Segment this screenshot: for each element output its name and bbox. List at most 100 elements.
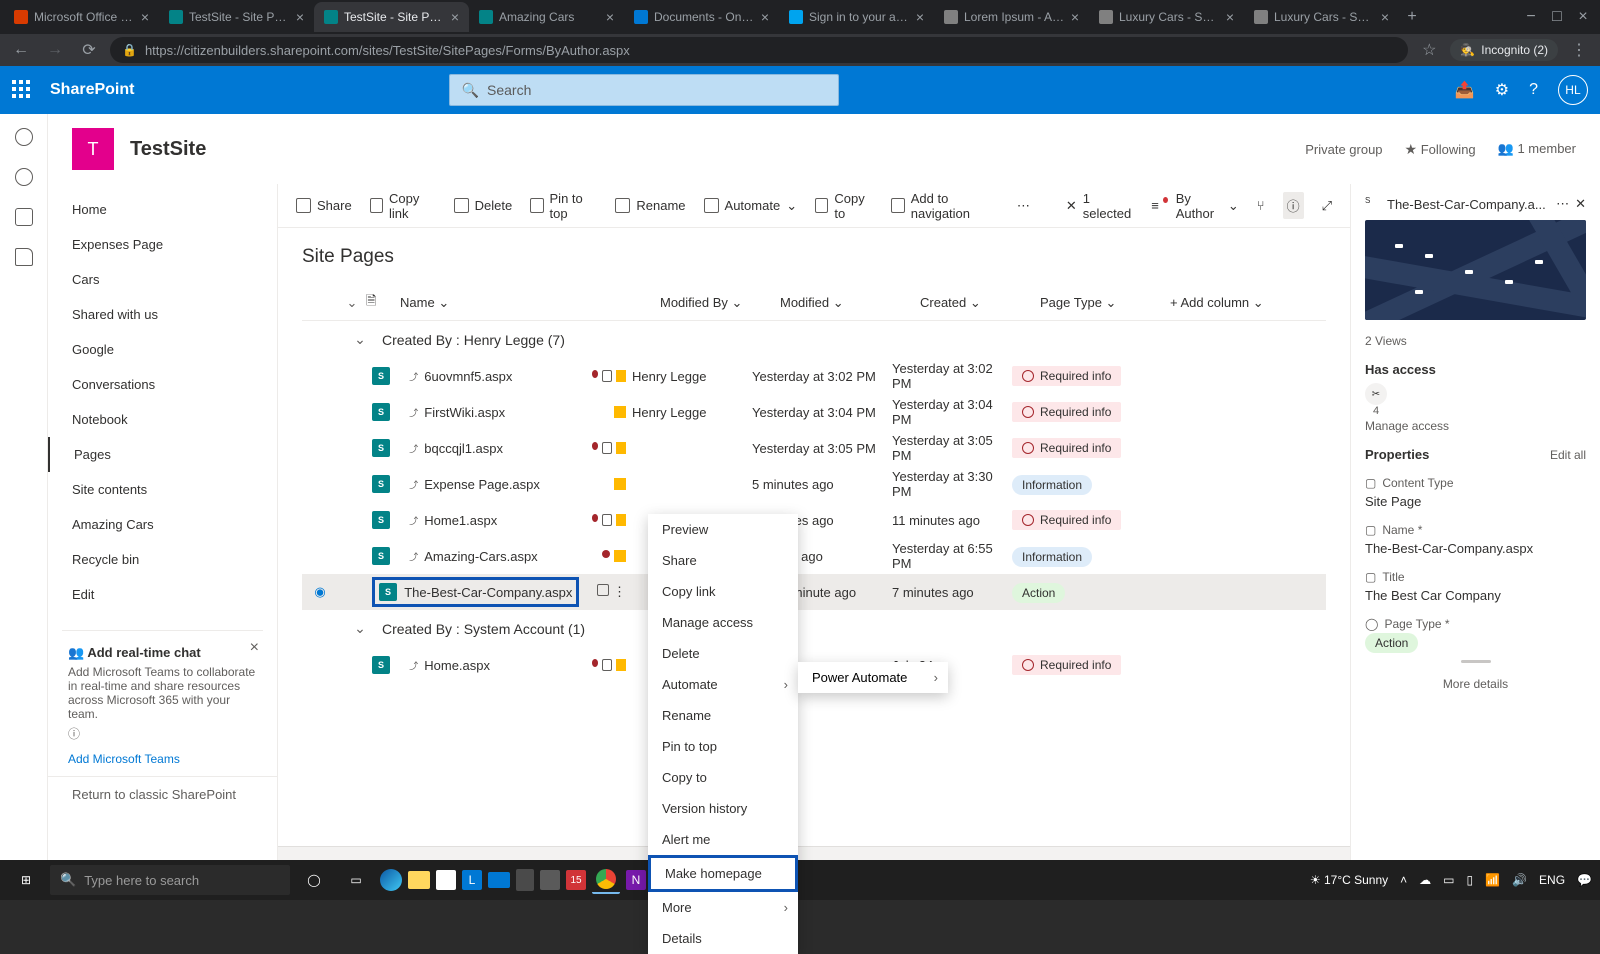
close-promo-icon[interactable]: ×: [250, 639, 259, 657]
view-switcher[interactable]: ≡By Author ⌄: [1151, 191, 1239, 221]
menu-item-make-homepage[interactable]: Make homepage: [648, 855, 798, 892]
onedrive-tray-icon[interactable]: ☁: [1419, 873, 1431, 887]
classic-link[interactable]: Return to classic SharePoint: [48, 776, 277, 812]
close-tab-icon[interactable]: ×: [606, 9, 614, 25]
app-icon[interactable]: L: [462, 870, 482, 890]
list-row[interactable]: S ⤴Home1.aspx 0 minutes ago11 minutes ag…: [302, 502, 1326, 538]
chevron-down-icon[interactable]: ⌄: [338, 295, 366, 311]
nav-item[interactable]: Pages: [48, 437, 277, 472]
required-info-badge[interactable]: Required info: [1012, 438, 1121, 458]
edge-icon[interactable]: [380, 869, 402, 891]
row-actions-icon[interactable]: ⋮: [613, 584, 626, 600]
rail-news-icon[interactable]: [15, 208, 33, 226]
chevron-down-icon[interactable]: ⌄: [348, 331, 372, 348]
selection-count[interactable]: ✕ 1 selected: [1066, 191, 1133, 221]
chrome-menu-button[interactable]: ⋮: [1566, 37, 1592, 63]
col-modified-by[interactable]: Modified By ⌄: [660, 295, 780, 311]
resize-grip[interactable]: [1461, 660, 1491, 663]
close-tab-icon[interactable]: ×: [1226, 9, 1234, 25]
pagetype-value[interactable]: Action: [1365, 633, 1418, 653]
cmd-copy-link[interactable]: Copy link: [370, 191, 436, 221]
sharepoint-brand[interactable]: SharePoint: [50, 81, 134, 99]
browser-tab[interactable]: Sign in to your accou×: [779, 2, 934, 32]
back-button[interactable]: ←: [8, 37, 34, 63]
notifications-icon[interactable]: 💬: [1577, 873, 1592, 887]
bookmark-star-icon[interactable]: ☆: [1416, 37, 1442, 63]
app-launcher-icon[interactable]: [12, 80, 32, 100]
language-indicator[interactable]: ENG: [1539, 873, 1565, 887]
cmd-pin[interactable]: Pin to top: [530, 191, 597, 221]
expand-button[interactable]: ⤢: [1322, 198, 1332, 214]
weather-widget[interactable]: ☀ 17°C Sunny: [1310, 873, 1388, 887]
cmd-automate[interactable]: Automate ⌄: [704, 198, 798, 214]
add-column[interactable]: + Add column ⌄: [1170, 295, 1264, 311]
more-details-link[interactable]: More details: [1365, 677, 1586, 691]
close-tab-icon[interactable]: ×: [1071, 9, 1079, 25]
nav-item[interactable]: Conversations: [48, 367, 277, 402]
cortana-icon[interactable]: ▭: [338, 862, 374, 898]
menu-item-alert-me[interactable]: Alert me: [648, 824, 798, 855]
required-info-badge[interactable]: Required info: [1012, 655, 1121, 675]
rail-home-icon[interactable]: [15, 128, 33, 146]
cmd-overflow[interactable]: ⋯: [1017, 198, 1030, 214]
file-type-header[interactable]: 🗎: [366, 292, 400, 314]
close-pane-icon[interactable]: ✕: [1575, 196, 1586, 212]
nav-item[interactable]: Google: [48, 332, 277, 367]
close-tab-icon[interactable]: ×: [141, 9, 149, 25]
battery-icon[interactable]: ▯: [1467, 873, 1474, 887]
list-row[interactable]: S ⤴Amazing-Cars.aspx minutes agoYesterda…: [302, 538, 1326, 574]
start-button[interactable]: ⊞: [8, 862, 44, 898]
help-icon[interactable]: ?: [1529, 81, 1538, 99]
menu-item-more[interactable]: More: [648, 892, 798, 923]
browser-tab[interactable]: Luxury Cars - Sedans,×: [1089, 2, 1244, 32]
menu-item-manage-access[interactable]: Manage access: [648, 607, 798, 638]
follow-button[interactable]: ★ Following: [1405, 141, 1476, 158]
store-icon[interactable]: [436, 870, 456, 890]
details-pane-toggle[interactable]: ⓘ: [1283, 192, 1304, 219]
maximize-window[interactable]: □: [1544, 4, 1570, 30]
nav-item[interactable]: Cars: [48, 262, 277, 297]
browser-tab[interactable]: TestSite - Site Pages -×: [314, 2, 469, 32]
required-info-badge[interactable]: Required info: [1012, 402, 1121, 422]
list-row[interactable]: ◉S The-Best-Car-Company.aspx ⋮bout a min…: [302, 574, 1326, 610]
flyout-power-automate[interactable]: Power Automate: [798, 662, 948, 693]
close-tab-icon[interactable]: ×: [916, 9, 924, 25]
menu-item-delete[interactable]: Delete: [648, 638, 798, 669]
new-tab-button[interactable]: +: [1399, 4, 1425, 30]
close-tab-icon[interactable]: ×: [761, 9, 769, 25]
task-view-icon[interactable]: ◯: [296, 862, 332, 898]
clear-selection-icon[interactable]: ✕: [1066, 198, 1077, 214]
address-bar[interactable]: 🔒 https://citizenbuilders.sharepoint.com…: [110, 37, 1408, 63]
promo-link[interactable]: Add Microsoft Teams: [68, 752, 257, 766]
browser-tab[interactable]: Lorem Ipsum - All the×: [934, 2, 1089, 32]
name-value[interactable]: The-Best-Car-Company.aspx: [1365, 541, 1586, 556]
onenote-icon[interactable]: N: [626, 870, 646, 890]
chrome-icon[interactable]: [592, 866, 620, 894]
menu-item-copy-link[interactable]: Copy link: [648, 576, 798, 607]
filter-button[interactable]: ⑂: [1257, 198, 1265, 213]
menu-item-share[interactable]: Share: [648, 545, 798, 576]
col-created[interactable]: Created ⌄: [920, 295, 1040, 311]
incognito-indicator[interactable]: 🕵️ Incognito (2): [1450, 39, 1558, 61]
access-principal-icon[interactable]: ✂: [1365, 383, 1387, 405]
list-row[interactable]: S ⤴Expense Page.aspx 5 minutes agoYester…: [302, 466, 1326, 502]
nav-item[interactable]: Expenses Page: [48, 227, 277, 262]
tray-chevron-icon[interactable]: ˄: [1400, 873, 1407, 887]
site-title[interactable]: TestSite: [130, 138, 206, 161]
account-avatar[interactable]: HL: [1558, 75, 1588, 105]
menu-item-version-history[interactable]: Version history: [648, 793, 798, 824]
cmd-delete[interactable]: Delete: [454, 198, 513, 213]
nav-item[interactable]: Amazing Cars: [48, 507, 277, 542]
nav-item[interactable]: Notebook: [48, 402, 277, 437]
members-link[interactable]: 👥 1 member: [1498, 141, 1576, 157]
taskbar-search[interactable]: 🔍 Type here to search: [50, 865, 290, 895]
volume-icon[interactable]: 🔊: [1512, 873, 1527, 887]
row-checkbox-checked[interactable]: ◉: [314, 584, 325, 599]
horizontal-scrollbar[interactable]: [278, 846, 1350, 860]
col-modified[interactable]: Modified ⌄: [780, 295, 920, 311]
explorer-icon[interactable]: [408, 871, 430, 889]
app-icon[interactable]: [540, 870, 560, 890]
browser-tab[interactable]: Microsoft Office Home×: [4, 2, 159, 32]
edit-all-link[interactable]: Edit all: [1550, 448, 1586, 462]
settings-gear-icon[interactable]: ⚙: [1495, 80, 1509, 100]
